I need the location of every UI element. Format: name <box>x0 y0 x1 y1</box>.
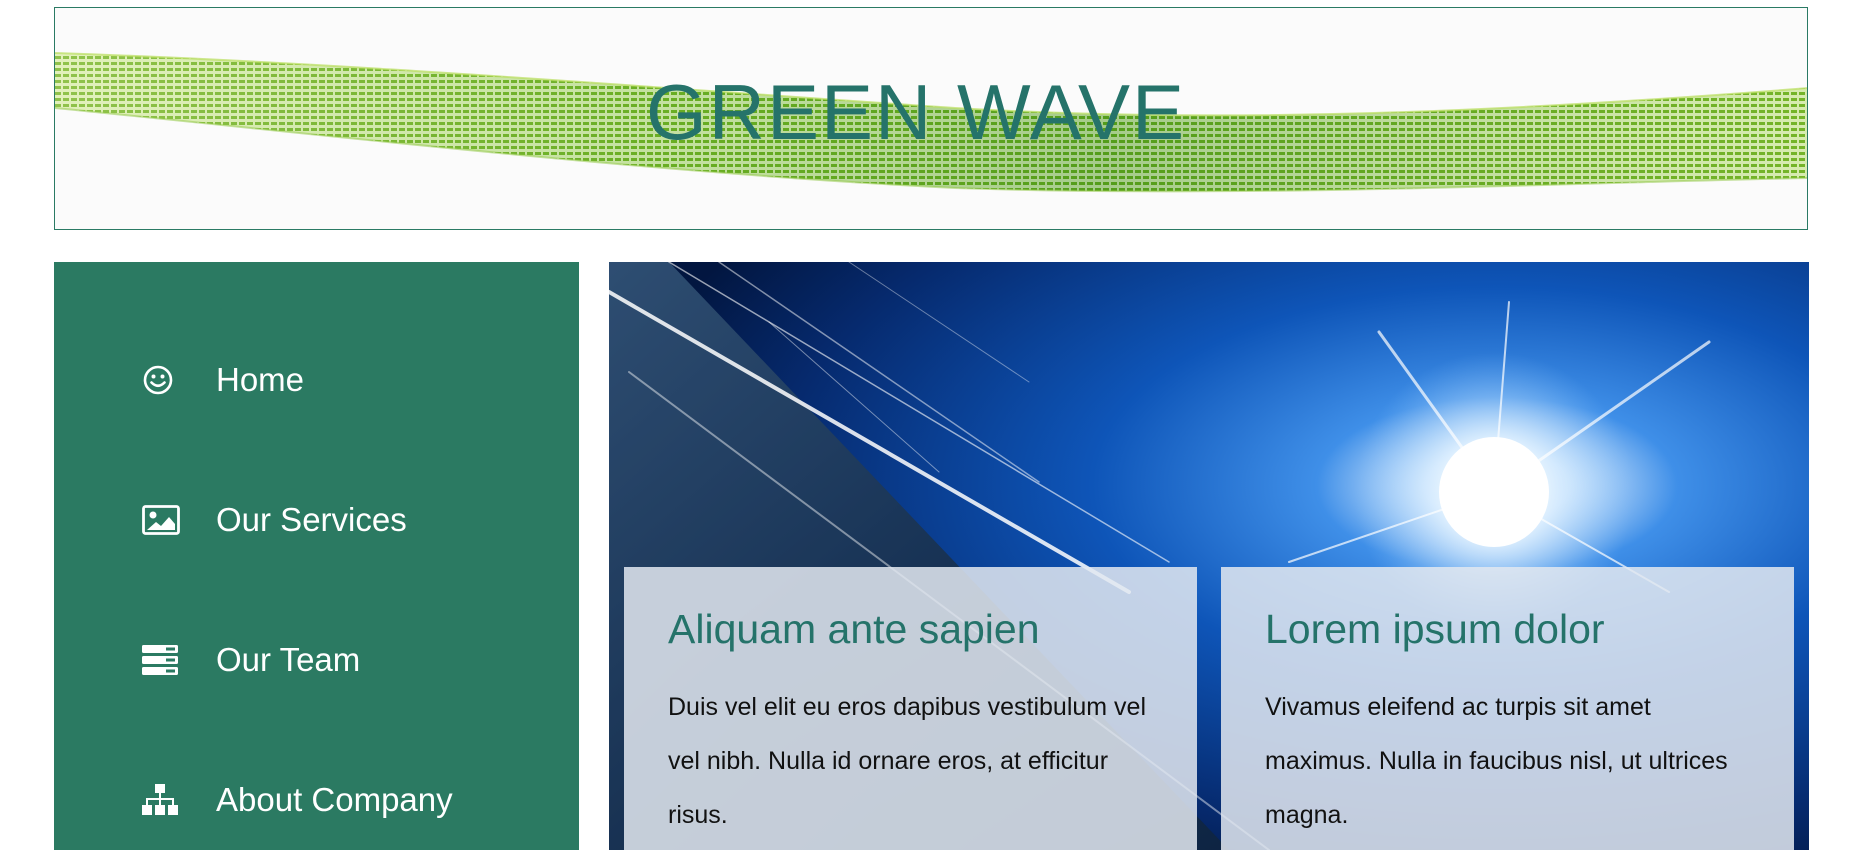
sitemap-icon <box>142 780 182 820</box>
info-card: Aliquam ante sapien Duis vel elit eu ero… <box>624 567 1197 850</box>
card-title: Aliquam ante sapien <box>668 606 1040 652</box>
server-icon <box>142 640 182 680</box>
sidebar-nav: Home Our Services Our Team About Company <box>54 262 579 850</box>
sidebar-item-label: Our Team <box>216 641 361 678</box>
info-card: Lorem ipsum dolor Vivamus eleifend ac tu… <box>1221 567 1794 850</box>
sidebar-item-about-company[interactable]: About Company <box>142 780 453 820</box>
sidebar-item-label: About Company <box>216 781 453 818</box>
smile-icon <box>142 360 182 400</box>
sidebar-item-our-services[interactable]: Our Services <box>142 500 407 540</box>
hero-section: Aliquam ante sapien Duis vel elit eu ero… <box>609 262 1809 850</box>
header-banner: GREEN WAVE <box>54 7 1808 230</box>
sidebar-item-label: Our Services <box>216 501 407 538</box>
site-title: GREEN WAVE <box>645 68 1187 156</box>
page: GREEN WAVE Home Our Services Our Team Ab… <box>0 0 1859 850</box>
sidebar-item-label: Home <box>216 361 305 398</box>
image-icon <box>142 500 182 540</box>
card-text: Vivamus eleifend ac turpis sit amet maxi… <box>1265 693 1728 830</box>
card-title: Lorem ipsum dolor <box>1265 606 1605 652</box>
sidebar-item-home[interactable]: Home <box>142 360 304 400</box>
card-text: Duis vel elit eu eros dapibus vestibulum… <box>668 693 1147 830</box>
sidebar-item-our-team[interactable]: Our Team <box>142 640 360 680</box>
